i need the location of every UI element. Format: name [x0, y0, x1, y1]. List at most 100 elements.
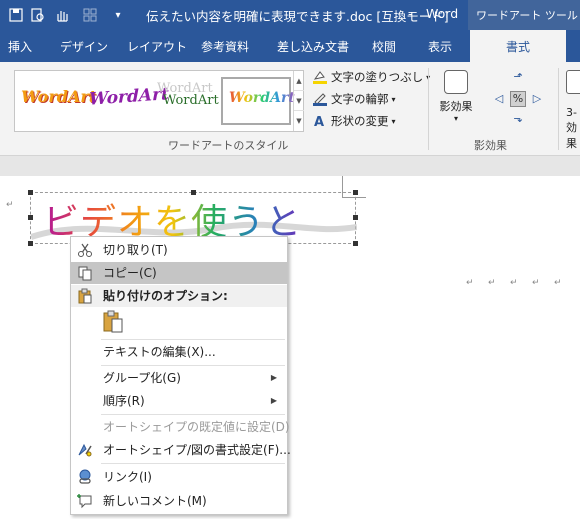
tab-references[interactable]: 参考資料 — [201, 38, 249, 55]
shadow-effects-button[interactable]: 影効果 ▾ — [436, 68, 476, 128]
3d-effects-button[interactable]: 3- 効果 — [566, 70, 580, 150]
layout-icon[interactable] — [78, 0, 102, 30]
paragraph-mark: ↵ — [554, 278, 562, 288]
shadow-group-label: 影効果 — [474, 139, 507, 152]
tab-mailings[interactable]: 差し込み文書 — [277, 38, 349, 55]
menu-item-set-default-label: オートシェイプの既定値に設定(D) — [103, 420, 290, 434]
tab-review[interactable]: 校閲 — [372, 38, 396, 55]
menu-item-link-label: リンク(I) — [103, 470, 152, 484]
paragraph-mark: ↵ — [466, 278, 474, 288]
gallery-more-icon[interactable]: ▼ — [294, 111, 304, 131]
paragraph-mark: ↵ — [510, 278, 518, 288]
shadow-effects-label: 影効果 — [439, 100, 473, 113]
resize-handle-nw[interactable] — [28, 190, 33, 195]
resize-handle-sw[interactable] — [28, 241, 33, 246]
shadow-nudge-controls: ⬏ ◁ % ▷ ⬎ — [488, 70, 548, 130]
ribbon: WordArt WordArt WordArt WordArt WordArt … — [0, 62, 580, 156]
menu-item-format-shape[interactable]: オートシェイプ/図の書式設定(F)... — [71, 439, 291, 461]
3d-effects-icon — [566, 70, 580, 94]
ribbon-tabs: 挿入 デザイン レイアウト 参考資料 差し込み文書 校閲 表示 書式 — [0, 30, 580, 62]
nudge-down-icon[interactable]: ⬎ — [511, 112, 525, 126]
3d-effects-label-1: 3- — [566, 106, 577, 119]
3d-effects-label-2: 効果 — [566, 121, 577, 150]
tab-design[interactable]: デザイン — [60, 38, 108, 55]
menu-item-link[interactable]: リンク(I) — [71, 466, 287, 488]
touch-mode-icon[interactable] — [50, 0, 74, 30]
paste-options-label: 貼り付けのオプション: — [103, 289, 228, 303]
gallery-up-icon[interactable]: ▲ — [294, 71, 304, 91]
text-outline-label: 文字の輪郭 — [331, 92, 389, 106]
text-outline-icon — [312, 91, 328, 107]
paste-options-header: 貼り付けのオプション: — [71, 285, 287, 307]
copy-icon — [77, 265, 93, 281]
tab-layout[interactable]: レイアウト — [127, 38, 187, 55]
menu-item-order[interactable]: 順序(R) ▶ — [71, 390, 287, 412]
menu-item-group-label: グループ化(G) — [103, 371, 181, 385]
resize-handle-n[interactable] — [191, 190, 196, 195]
wordart-style-selected[interactable]: WordArt — [221, 77, 295, 125]
shadow-toggle-icon[interactable]: % — [510, 91, 526, 107]
save-icon[interactable] — [4, 0, 28, 30]
nudge-right-icon[interactable]: ▷ — [530, 92, 544, 106]
wordart-style-1[interactable]: WordArt — [21, 87, 96, 106]
ruler-strip — [0, 156, 580, 176]
menu-item-copy-label: コピー(C) — [103, 266, 157, 280]
resize-handle-ne[interactable] — [353, 190, 358, 195]
change-shape-icon: A — [312, 113, 328, 130]
wordart-style-5: WordArt — [229, 90, 295, 106]
print-preview-icon[interactable] — [26, 0, 50, 30]
menu-item-new-comment[interactable]: 新しいコメント(M) — [71, 490, 287, 512]
submenu-arrow-icon: ▶ — [270, 396, 277, 405]
title-bar: ▾ 伝えたい内容を明確に表現できます.doc [互換モード] - Word ワー… — [0, 0, 580, 30]
document-title: 伝えたい内容を明確に表現できます.doc [互換モード] — [146, 9, 449, 24]
menu-item-copy[interactable]: コピー(C) — [71, 262, 287, 284]
context-tool-title: ワードアート ツール — [468, 0, 580, 30]
text-fill-label: 文字の塗りつぶし — [331, 70, 424, 84]
resize-handle-w[interactable] — [28, 215, 33, 220]
change-shape-dropdown-icon: ▾ — [391, 116, 396, 126]
shadow-effects-icon — [444, 70, 468, 94]
menu-item-format-shape-label: オートシェイプ/図の書式設定(F)... — [103, 443, 291, 457]
wordart-styles-group-label: ワードアートのスタイル — [168, 139, 289, 152]
nudge-left-icon[interactable]: ◁ — [492, 92, 506, 106]
text-fill-button[interactable]: 文字の塗りつぶし ▾ — [312, 66, 430, 88]
change-shape-button[interactable]: A 形状の変更 ▾ — [312, 110, 396, 132]
ribbon-separator-2 — [558, 68, 559, 150]
ribbon-separator — [428, 68, 429, 150]
text-fill-icon — [312, 69, 328, 85]
tab-format[interactable]: 書式 — [470, 30, 566, 62]
menu-item-new-comment-label: 新しいコメント(M) — [103, 494, 207, 508]
text-outline-dropdown-icon: ▾ — [391, 94, 396, 104]
wordart-style-3[interactable]: WordArt — [163, 93, 219, 108]
menu-item-group[interactable]: グループ化(G) ▶ — [71, 367, 287, 389]
link-icon — [77, 469, 93, 485]
menu-item-edit-text[interactable]: テキストの編集(X)... — [71, 341, 287, 363]
change-shape-label: 形状の変更 — [331, 114, 389, 128]
tab-view[interactable]: 表示 — [428, 38, 452, 55]
menu-item-cut[interactable]: 切り取り(T) — [71, 239, 287, 261]
tab-insert[interactable]: 挿入 — [8, 38, 32, 55]
nudge-up-icon[interactable]: ⬏ — [511, 70, 525, 84]
resize-handle-se[interactable] — [353, 241, 358, 246]
scissors-icon — [77, 242, 93, 258]
new-comment-icon — [77, 493, 93, 509]
gallery-scroll[interactable]: ▲ ▼ ▼ — [293, 71, 304, 131]
menu-item-order-label: 順序(R) — [103, 394, 145, 408]
submenu-arrow-icon: ▶ — [270, 373, 277, 382]
paragraph-mark: ↵ — [6, 200, 14, 210]
menu-separator — [101, 339, 285, 340]
menu-separator — [101, 365, 285, 366]
menu-item-cut-label: 切り取り(T) — [103, 243, 168, 257]
paste-keep-source-icon[interactable] — [101, 309, 127, 335]
text-outline-button[interactable]: 文字の輪郭 ▾ — [312, 88, 396, 110]
resize-handle-e[interactable] — [353, 215, 358, 220]
shadow-dropdown-icon: ▾ — [453, 114, 458, 123]
menu-separator — [101, 463, 285, 464]
title-dash: - — [408, 6, 413, 21]
paragraph-mark: ↵ — [532, 278, 540, 288]
format-shape-icon — [77, 442, 93, 458]
gallery-down-icon[interactable]: ▼ — [294, 91, 304, 111]
customize-icon[interactable]: ▾ — [106, 0, 130, 30]
context-menu: 切り取り(T) コピー(C) 貼り付けのオプション: テキストの編集(X)...… — [70, 236, 291, 515]
wordart-style-gallery: WordArt WordArt WordArt WordArt WordArt … — [14, 70, 304, 132]
